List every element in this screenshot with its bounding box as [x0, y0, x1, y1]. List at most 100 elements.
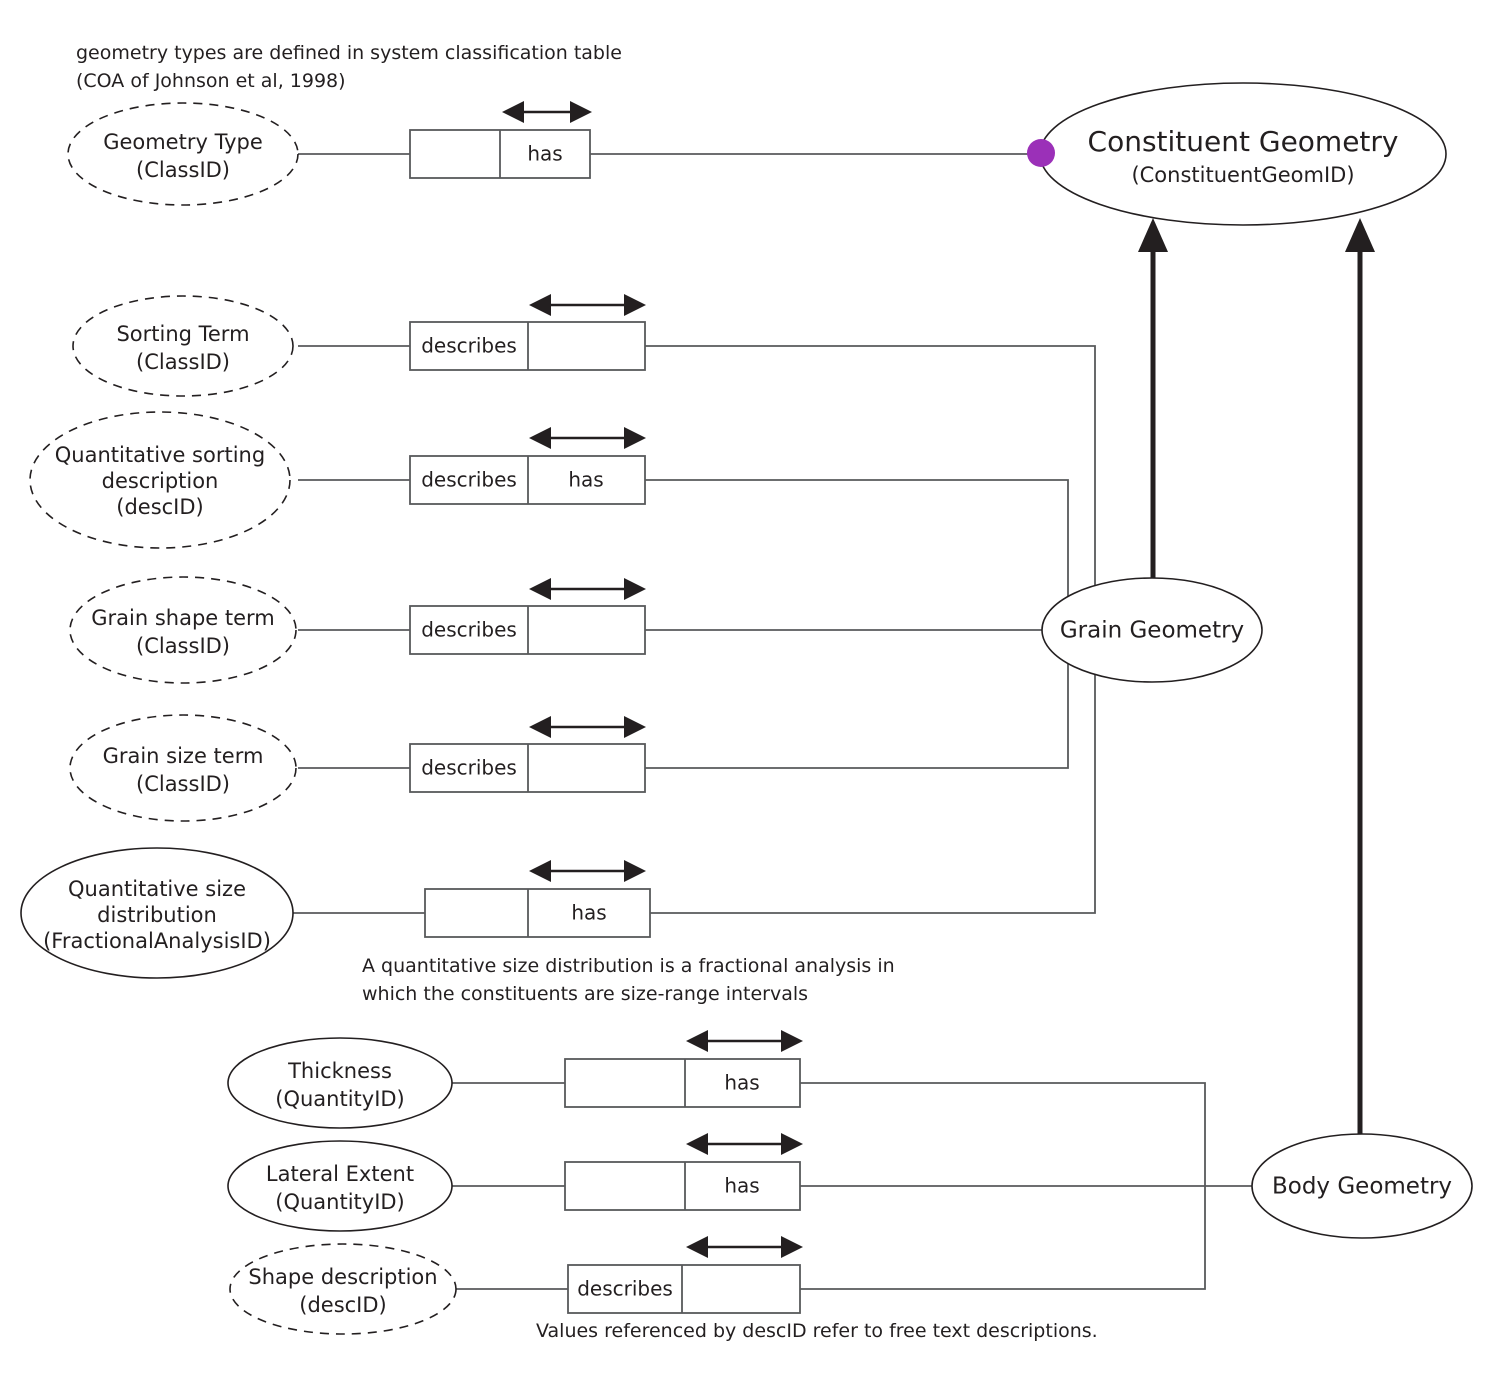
entity-geometry-type-key: (ClassID) — [136, 158, 230, 182]
entity-grain-size-term-name: Grain size term — [103, 744, 264, 768]
rel-sorting-term-arrow-left — [529, 294, 551, 316]
connector-thickness-right — [800, 1082, 1206, 1186]
entity-grain-size-term-shape — [69, 714, 297, 822]
entity-lateral-extent-shape — [227, 1140, 453, 1232]
rel-grain-size-arrow-right — [624, 716, 646, 738]
rel-quant-size-dist-arrow-left — [529, 860, 551, 882]
entity-quant-sorting-description-key: (descID) — [116, 495, 204, 519]
note-fractional-analysis: A quantitative size distribution is a fr… — [362, 953, 895, 1008]
connector-quant-sorting-right — [645, 479, 1069, 630]
note-classification: geometry types are defined in system cla… — [76, 40, 622, 95]
rel-geometry-type-right-label: has — [527, 142, 562, 166]
rel-lateral-extent[interactable]: has — [564, 1133, 803, 1211]
entity-sorting-term[interactable]: Sorting Term (ClassID) — [72, 295, 294, 397]
connector-quant-size-right — [650, 630, 1096, 914]
rel-lateral-extent-arrow-left — [686, 1133, 708, 1155]
entity-thickness-key: (QuantityID) — [275, 1087, 405, 1111]
rel-shape-description-arrow-left — [686, 1236, 708, 1258]
rel-shape-description[interactable]: describes — [567, 1236, 803, 1314]
rel-quant-sorting-left-label: describes — [421, 468, 517, 492]
constituent-geometry-connection-dot[interactable] — [1027, 139, 1055, 167]
entity-quant-size-distribution-name-2: distribution — [97, 903, 217, 927]
rel-lateral-extent-right-label: has — [724, 1174, 759, 1198]
entity-quant-size-distribution[interactable]: Quantitative size distribution (Fraction… — [20, 847, 294, 979]
entity-grain-geometry-name: Grain Geometry — [1060, 618, 1244, 644]
rel-quant-sorting-right-label: has — [568, 468, 603, 492]
entity-shape-description-name: Shape description — [248, 1265, 437, 1289]
rel-quant-size-dist-right-label: has — [571, 901, 606, 925]
entity-grain-size-term-key: (ClassID) — [136, 772, 230, 796]
rel-sorting-term-left-label: describes — [421, 334, 517, 358]
rel-geometry-type-arrow-left — [502, 101, 524, 123]
note-classification-line2: (COA of Johnson et al, 1998) — [76, 69, 346, 92]
rel-thickness-right-label: has — [724, 1071, 759, 1095]
note-classification-line1: geometry types are defined in system cla… — [76, 42, 622, 64]
rel-quant-size-dist-box — [424, 888, 651, 938]
entity-constituent-geometry-name: Constituent Geometry — [1088, 125, 1399, 158]
connector-shape-description-right — [800, 1186, 1206, 1290]
rel-quant-size-dist[interactable]: has — [424, 860, 651, 938]
entity-geometry-type[interactable]: Geometry Type (ClassID) — [67, 102, 299, 206]
rel-grain-shape-left-label: describes — [421, 618, 517, 642]
entity-quant-size-distribution-key: (FractionalAnalysisID) — [43, 929, 271, 953]
rel-grain-size-arrow-left — [529, 716, 551, 738]
entity-grain-geometry[interactable]: Grain Geometry — [1041, 577, 1263, 683]
rel-quant-sorting[interactable]: describes has — [409, 427, 646, 505]
rel-grain-shape-arrow-right — [624, 578, 646, 600]
rel-quant-sorting-arrow-left — [529, 427, 551, 449]
entity-geometry-type-shape — [67, 102, 299, 206]
isa-arrowhead-body — [1345, 218, 1375, 252]
connector-grain-size-right — [645, 630, 1069, 769]
entity-quant-sorting-description-name-1: Quantitative sorting — [55, 443, 265, 467]
note-descid: Values referenced by descID refer to fre… — [536, 1318, 1098, 1346]
entity-sorting-term-key: (ClassID) — [136, 350, 230, 374]
rel-grain-shape-arrow-left — [529, 578, 551, 600]
entity-thickness-shape — [227, 1037, 453, 1129]
entity-quant-sorting-description[interactable]: Quantitative sorting description (descID… — [29, 411, 291, 549]
entity-grain-size-term[interactable]: Grain size term (ClassID) — [69, 714, 297, 822]
rel-shape-description-left-label: describes — [577, 1277, 673, 1301]
rel-grain-size-left-label: describes — [421, 756, 517, 780]
entity-constituent-geometry[interactable]: Constituent Geometry (ConstituentGeomID) — [1039, 82, 1447, 226]
entity-grain-shape-term[interactable]: Grain shape term (ClassID) — [69, 576, 297, 684]
entity-grain-shape-term-shape — [69, 576, 297, 684]
entity-thickness[interactable]: Thickness (QuantityID) — [227, 1037, 453, 1129]
connector-sorting-term-right — [645, 345, 1096, 630]
rel-thickness-arrow-left — [686, 1030, 708, 1052]
note-descid-line1: Values referenced by descID refer to fre… — [536, 1320, 1098, 1342]
entity-quant-sorting-description-name-2: description — [102, 469, 219, 493]
entity-shape-description-key: (descID) — [299, 1293, 387, 1317]
rel-quant-size-dist-arrow-right — [624, 860, 646, 882]
rel-lateral-extent-box — [564, 1161, 801, 1211]
rel-lateral-extent-arrow-right — [781, 1133, 803, 1155]
entity-body-geometry[interactable]: Body Geometry — [1251, 1133, 1473, 1239]
rel-geometry-type-arrow-right — [570, 101, 592, 123]
rel-sorting-term[interactable]: describes — [409, 294, 646, 371]
rel-shape-description-arrow-right — [781, 1236, 803, 1258]
entity-thickness-name: Thickness — [287, 1059, 392, 1083]
rel-thickness-arrow-right — [781, 1030, 803, 1052]
entity-shape-description-shape — [229, 1243, 457, 1335]
entity-shape-description[interactable]: Shape description (descID) — [229, 1243, 457, 1335]
entity-lateral-extent-name: Lateral Extent — [266, 1162, 414, 1186]
entity-sorting-term-shape — [72, 295, 294, 397]
note-fractional-analysis-line2: which the constituents are size-range in… — [362, 982, 809, 1005]
entity-body-geometry-name: Body Geometry — [1272, 1174, 1452, 1200]
er-diagram: has describes describes has describes de… — [20, 82, 1473, 1335]
rel-grain-shape[interactable]: describes — [409, 578, 646, 655]
entity-constituent-geometry-key: (ConstituentGeomID) — [1131, 163, 1354, 187]
entity-grain-shape-term-key: (ClassID) — [136, 634, 230, 658]
rel-sorting-term-arrow-right — [624, 294, 646, 316]
entity-sorting-term-name: Sorting Term — [116, 322, 249, 346]
rel-grain-size[interactable]: describes — [409, 716, 646, 793]
entity-quant-size-distribution-name-1: Quantitative size — [68, 877, 246, 901]
diagram-canvas: has describes describes has describes de… — [0, 0, 1500, 1380]
entity-geometry-type-name: Geometry Type — [103, 130, 263, 154]
rel-thickness-box — [564, 1058, 801, 1108]
note-fractional-analysis-line1: A quantitative size distribution is a fr… — [362, 955, 895, 977]
entity-lateral-extent[interactable]: Lateral Extent (QuantityID) — [227, 1140, 453, 1232]
rel-quant-sorting-arrow-right — [624, 427, 646, 449]
rel-geometry-type[interactable]: has — [409, 101, 592, 179]
isa-arrowhead-grain — [1138, 218, 1168, 252]
rel-thickness[interactable]: has — [564, 1030, 803, 1108]
